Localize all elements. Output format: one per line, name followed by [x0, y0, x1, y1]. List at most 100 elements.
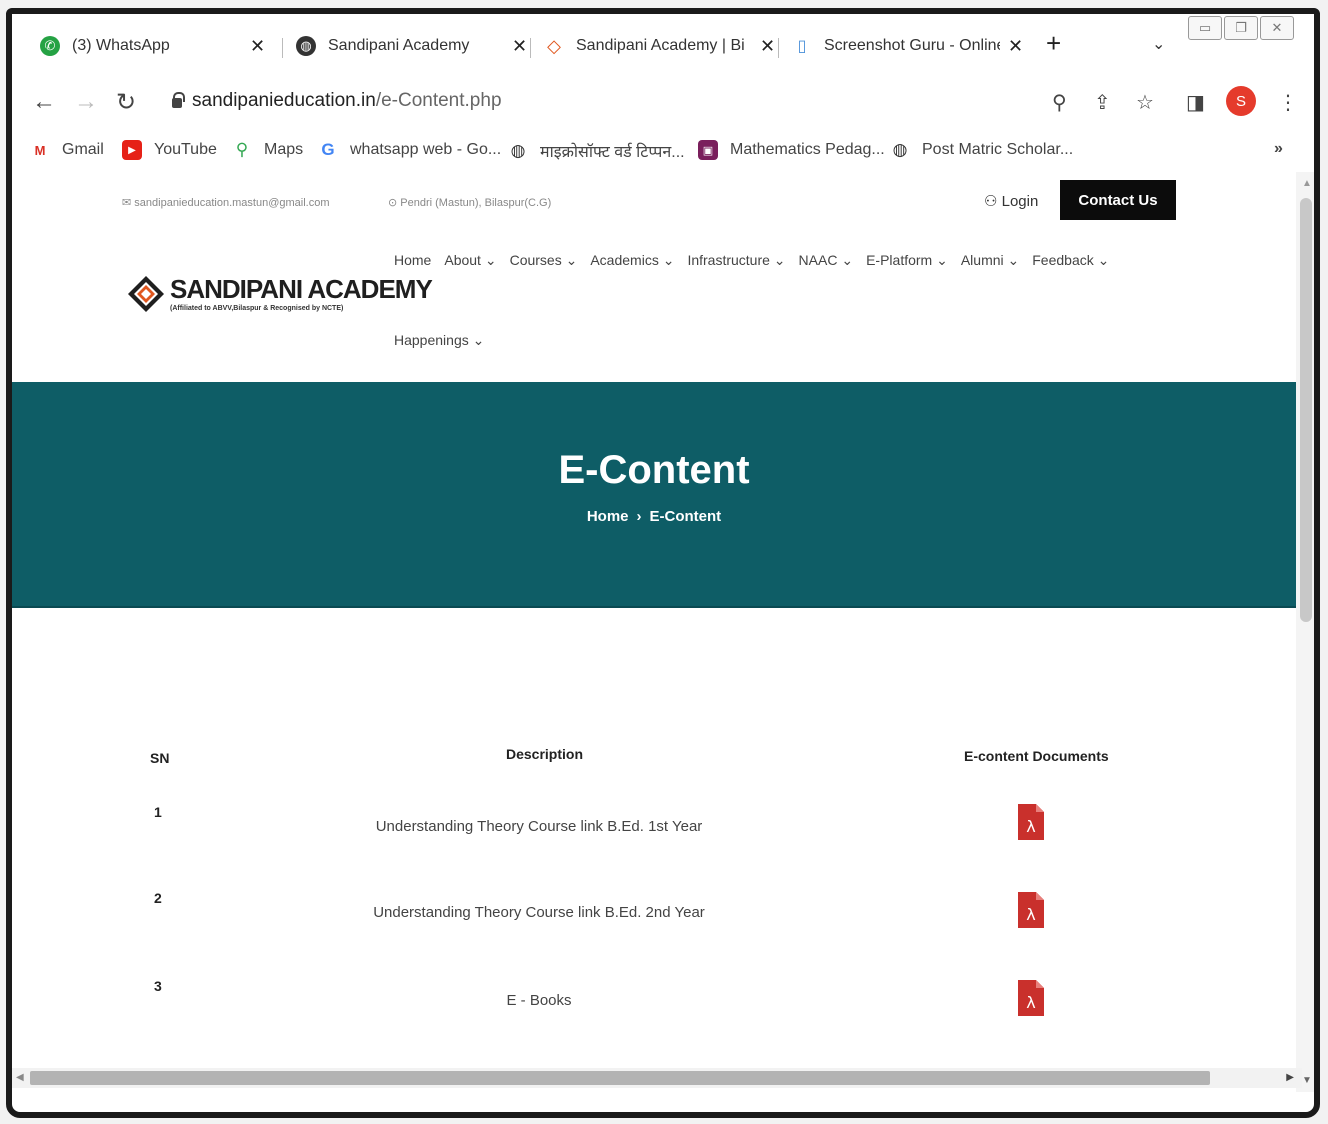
vertical-scrollbar[interactable]: ▲ ▼ — [1296, 172, 1314, 1092]
table-row: 1 Understanding Theory Course link B.Ed.… — [12, 804, 1296, 884]
close-icon[interactable]: ✕ — [250, 36, 265, 57]
sandipani-logo-icon — [128, 276, 164, 312]
tab-divider — [530, 38, 531, 58]
tab-sandipani-academy-bi[interactable]: ◇ Sandipani Academy | Bi ✕ — [544, 28, 775, 64]
bookmark-label: Maps — [264, 141, 304, 158]
close-icon[interactable]: ✕ — [512, 36, 527, 57]
tab-label: Sandipani Academy — [328, 37, 470, 54]
nav-e-platform[interactable]: E-Platform ⌄ — [866, 252, 948, 269]
more-bookmarks-icon[interactable]: » — [1274, 140, 1283, 158]
close-icon[interactable]: ✕ — [1008, 36, 1023, 57]
minimize-icon[interactable]: ▭ — [1188, 16, 1222, 40]
nav-naac[interactable]: NAAC ⌄ — [799, 252, 854, 269]
address-bar[interactable]: sandipanieducation.in/e-Content.php — [192, 90, 502, 112]
bookmark-app-icon: ▣ — [698, 140, 718, 160]
side-panel-icon[interactable]: ◨ — [1186, 90, 1205, 115]
contact-us-button[interactable]: Contact Us — [1060, 180, 1176, 220]
close-icon[interactable]: ✕ — [760, 36, 775, 57]
new-tab-button[interactable]: + — [1046, 28, 1061, 59]
scroll-up-arrow-icon[interactable]: ▲ — [1302, 178, 1312, 189]
tab-whatsapp[interactable]: ✆ (3) WhatsApp ✕ — [40, 28, 265, 64]
nav-feedback[interactable]: Feedback ⌄ — [1032, 252, 1109, 269]
webpage: ✉ sandipanieducation.mastun@gmail.com ⊙ … — [12, 172, 1296, 1102]
scroll-left-arrow-icon[interactable]: ◀ — [16, 1072, 24, 1083]
profile-avatar[interactable]: S — [1226, 86, 1256, 116]
youtube-icon: ▶ — [122, 140, 142, 160]
row-sn: 3 — [154, 978, 162, 994]
pdf-icon[interactable]: λ — [1018, 980, 1044, 1016]
window-controls: ▭ ❐ ✕ — [1188, 16, 1294, 40]
table-row: 2 Understanding Theory Course link B.Ed.… — [12, 890, 1296, 970]
nav-home[interactable]: Home — [394, 252, 431, 269]
tab-sandipani-academy[interactable]: ◍ Sandipani Academy ✕ — [296, 28, 527, 64]
top-email[interactable]: ✉ sandipanieducation.mastun@gmail.com — [122, 196, 330, 209]
pdf-icon[interactable]: λ — [1018, 892, 1044, 928]
breadcrumb-current: E-Content — [649, 508, 722, 525]
bookmark-star-icon[interactable]: ☆ — [1136, 90, 1154, 115]
tab-screenshot-guru[interactable]: ▯ Screenshot Guru - Online ✕ — [792, 28, 1023, 64]
horizontal-scrollbar[interactable]: ◀ ▶ — [12, 1068, 1302, 1088]
login-label: Login — [1001, 193, 1039, 210]
restore-icon[interactable]: ❐ — [1224, 16, 1258, 40]
scrollbar-thumb[interactable] — [1300, 198, 1312, 622]
globe-icon: ◍ — [892, 140, 908, 159]
pdf-icon[interactable]: λ — [1018, 804, 1044, 840]
tab-search-chevron-icon[interactable]: ⌄ — [1152, 34, 1165, 54]
table-header-description: Description — [506, 746, 584, 762]
site-logo[interactable]: SANDIPANI ACADEMY (Affiliated to ABVV,Bi… — [126, 274, 433, 314]
nav-about[interactable]: About ⌄ — [444, 252, 496, 269]
bookmark-label: माइक्रोसॉफ्ट वर्ड टिप्पन... — [540, 144, 685, 161]
page-title: E-Content — [558, 448, 750, 492]
bookmark-maps[interactable]: ⚲ Maps — [232, 140, 303, 160]
nav-courses[interactable]: Courses ⌄ — [510, 252, 578, 269]
sandipani-logo-icon: ◇ — [544, 36, 564, 56]
row-sn: 1 — [154, 804, 162, 820]
bookmark-post-matric[interactable]: ◍ Post Matric Scholar... — [890, 140, 1074, 160]
zoom-search-icon[interactable]: ⚲ — [1052, 90, 1067, 115]
scroll-down-arrow-icon[interactable]: ▼ — [1302, 1075, 1312, 1086]
address-text: Pendri (Mastun), Bilaspur(C.G) — [400, 197, 552, 209]
share-icon[interactable]: ⇪ — [1094, 90, 1111, 115]
bookmark-gmail[interactable]: M Gmail — [30, 140, 104, 160]
row-description: Understanding Theory Course link B.Ed. 2… — [373, 904, 705, 921]
nav-academics[interactable]: Academics ⌄ — [590, 252, 674, 269]
forward-arrow-icon[interactable]: → — [74, 88, 98, 116]
table-row: 3 E - Books λ — [12, 978, 1296, 1058]
url-path: /e-Content.php — [375, 90, 502, 111]
bookmark-whatsapp-web[interactable]: G whatsapp web - Go... — [318, 140, 501, 160]
breadcrumb: Home › E-Content — [12, 508, 1296, 525]
close-window-icon[interactable]: ✕ — [1260, 16, 1294, 40]
back-arrow-icon[interactable]: ← — [32, 88, 56, 116]
breadcrumb-home[interactable]: Home — [587, 508, 629, 525]
login-link[interactable]: ⚇ Login — [984, 192, 1038, 210]
bookmark-label: Post Matric Scholar... — [922, 141, 1074, 158]
tab-divider — [282, 38, 283, 58]
user-icon: ⚇ — [984, 193, 1002, 210]
row-description: Understanding Theory Course link B.Ed. 1… — [375, 818, 703, 835]
nav-happenings[interactable]: Happenings ⌄ — [394, 332, 484, 349]
logo-tagline: (Affiliated to ABVV,Bilaspur & Recognise… — [170, 305, 344, 312]
url-host: sandipanieducation.in — [192, 90, 376, 111]
file-icon: ▯ — [792, 36, 812, 56]
reload-icon[interactable]: ↻ — [116, 88, 136, 117]
gmail-icon: M — [34, 142, 46, 158]
table-header-documents: E-content Documents — [964, 748, 1109, 764]
globe-icon: ◍ — [296, 36, 316, 56]
bookmark-label: YouTube — [154, 141, 217, 158]
nav-alumni[interactable]: Alumni ⌄ — [961, 252, 1019, 269]
breadcrumb-separator: › — [636, 508, 642, 525]
page-banner: E-Content Home › E-Content — [12, 382, 1296, 608]
bookmark-youtube[interactable]: ▶ YouTube — [122, 140, 217, 160]
lock-icon[interactable] — [172, 92, 185, 108]
location-icon: ⊙ — [388, 197, 401, 209]
tab-label: (3) WhatsApp — [72, 37, 170, 54]
bookmark-microsoft-word[interactable]: ◍ माइक्रोसॉफ्ट वर्ड टिप्पन... — [508, 140, 685, 162]
kebab-menu-icon[interactable]: ⋮ — [1278, 90, 1298, 115]
nav-infrastructure[interactable]: Infrastructure ⌄ — [687, 252, 785, 269]
bookmark-mathematics[interactable]: ▣ Mathematics Pedag... — [698, 140, 885, 160]
table-header-sn: SN — [150, 750, 170, 766]
bookmark-label: whatsapp web - Go... — [350, 141, 502, 158]
horizontal-scrollbar-thumb[interactable] — [30, 1071, 1210, 1085]
scroll-right-arrow-icon[interactable]: ▶ — [1286, 1072, 1294, 1083]
svg-text:λ: λ — [1026, 905, 1035, 924]
